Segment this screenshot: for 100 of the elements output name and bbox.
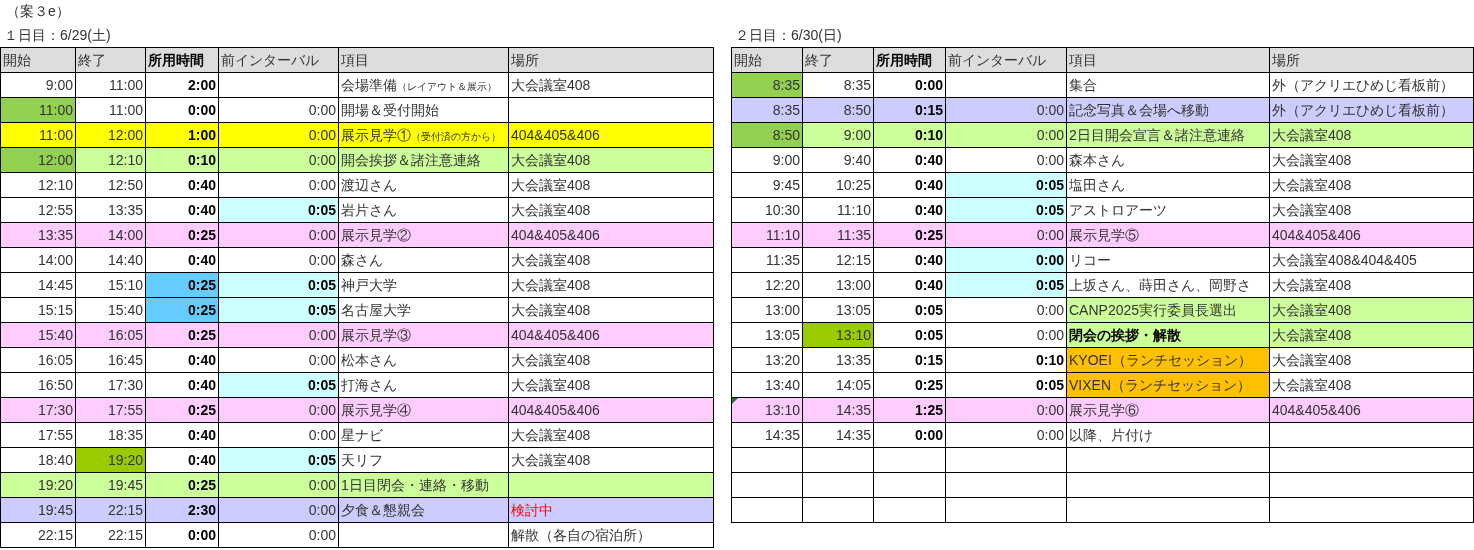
- table-cell: 0:00: [218, 422, 339, 448]
- table-cell: 18:40: [0, 447, 76, 473]
- table-cell: 塩田さん: [1066, 172, 1270, 198]
- table-cell: 0:00: [945, 147, 1067, 173]
- table-cell: 9:45: [731, 172, 803, 198]
- table-cell: 0:05: [945, 197, 1067, 223]
- table-cell: 8:35: [731, 72, 803, 98]
- table-cell: 記念写真＆会場へ移動: [1066, 97, 1270, 123]
- table-cell: 13:05: [731, 322, 803, 348]
- table-cell: 0:00: [218, 522, 339, 548]
- table-cell: 開場＆受付開始: [338, 97, 509, 123]
- day-title: ２日目：6/30(日): [734, 26, 842, 45]
- table-cell: 14:00: [0, 247, 76, 273]
- table-cell: 打海さん: [338, 372, 509, 398]
- table-cell: 星ナビ: [338, 422, 509, 448]
- table-cell: 17:30: [0, 397, 76, 423]
- table-cell: 0:00: [218, 147, 339, 173]
- table-cell: 大会議室408: [1269, 172, 1474, 198]
- table-cell: 8:35: [731, 97, 803, 123]
- table-cell: 22:15: [0, 522, 76, 548]
- table-cell: 13:20: [731, 347, 803, 373]
- column-header: 開始: [0, 47, 76, 73]
- table-cell: KYOEI（ランチセッション）: [1066, 347, 1270, 373]
- table-cell: 集合: [1066, 72, 1270, 98]
- table-cell: 404&405&406: [508, 222, 714, 248]
- table-cell: 14:45: [0, 272, 76, 298]
- table-cell: 0:00: [945, 222, 1067, 248]
- table-cell: 展示見学④: [338, 397, 509, 423]
- table-cell: 大会議室408: [508, 297, 714, 323]
- table-cell: 0:00: [945, 97, 1067, 123]
- table-cell: 8:50: [731, 122, 803, 148]
- table-cell: 13:40: [731, 372, 803, 398]
- table-cell: 0:05: [945, 372, 1067, 398]
- column-header: 項目: [338, 47, 509, 73]
- table-cell: 12:55: [0, 197, 76, 223]
- table-cell: 0:00: [945, 247, 1067, 273]
- table-cell: 外（アクリエひめじ看板前）: [1269, 97, 1474, 123]
- table-cell: 大会議室408: [1269, 372, 1474, 398]
- table-cell: 404&405&406: [508, 397, 714, 423]
- table-cell: 0:00: [945, 397, 1067, 423]
- table-cell: 0:00: [218, 172, 339, 198]
- table-cell: 0:00: [945, 122, 1067, 148]
- table-cell: 13:10: [731, 397, 803, 423]
- table-cell: 検討中: [508, 497, 714, 523]
- table-cell: 大会議室408: [508, 347, 714, 373]
- plan-label: （案３e）: [5, 2, 70, 21]
- table-cell: 12:20: [731, 272, 803, 298]
- table-cell: 404&405&406: [1269, 222, 1474, 248]
- table-cell: 14:35: [731, 422, 803, 448]
- table-cell: 岩片さん: [338, 197, 509, 223]
- table-cell: 9:00: [731, 147, 803, 173]
- table-cell: 大会議室408: [1269, 347, 1474, 373]
- table-cell: 外（アクリエひめじ看板前）: [1269, 72, 1474, 98]
- table-cell: VIXEN（ランチセッション）: [1066, 372, 1270, 398]
- table-cell: 天リフ: [338, 447, 509, 473]
- table-cell: 0:00: [218, 322, 339, 348]
- table-cell: 夕食＆懇親会: [338, 497, 509, 523]
- table-cell: 大会議室408: [1269, 297, 1474, 323]
- table-cell: 閉会の挨拶・解散: [1066, 322, 1270, 348]
- table-cell: 大会議室408: [1269, 147, 1474, 173]
- table-cell: 大会議室408: [508, 72, 714, 98]
- table-cell: 0:00: [945, 297, 1067, 323]
- table-cell: 11:00: [0, 97, 76, 123]
- column-header: 所用時間: [873, 47, 946, 73]
- table-cell: 0:05: [218, 197, 339, 223]
- table-cell: 展示見学③: [338, 322, 509, 348]
- table-cell: 0:00: [218, 472, 339, 498]
- table-cell: 名古屋大学: [338, 297, 509, 323]
- table-cell: 0:00: [218, 97, 339, 123]
- table-cell: 大会議室408: [1269, 322, 1474, 348]
- table-cell: CANP2025実行委員長選出: [1066, 297, 1270, 323]
- table-cell: 大会議室408: [508, 372, 714, 398]
- table-cell: 大会議室408: [508, 272, 714, 298]
- table-cell: 大会議室408&404&405: [1269, 247, 1474, 273]
- table-cell: リコー: [1066, 247, 1270, 273]
- table-cell: 15:40: [0, 322, 76, 348]
- day-title: １日目：6/29(土): [3, 26, 111, 45]
- table-cell: 会場準備（レイアウト＆展示）: [338, 72, 509, 98]
- table-cell: 0:00: [218, 222, 339, 248]
- table-cell: 13:35: [0, 222, 76, 248]
- table-cell: 大会議室408: [508, 197, 714, 223]
- table-cell: 11:10: [731, 222, 803, 248]
- table-cell: 神戸大学: [338, 272, 509, 298]
- table-cell: 0:05: [945, 172, 1067, 198]
- table-cell: 大会議室408: [1269, 197, 1474, 223]
- table-cell: 10:30: [731, 197, 803, 223]
- table-cell: 0:00: [218, 247, 339, 273]
- table-cell: 0:00: [945, 322, 1067, 348]
- table-cell: 大会議室408: [508, 247, 714, 273]
- table-cell: 0:00: [218, 347, 339, 373]
- column-header: 所用時間: [145, 47, 219, 73]
- table-cell: 2日目開会宣言＆諸注意連絡: [1066, 122, 1270, 148]
- table-cell: 上坂さん、蒔田さん、岡野さ: [1066, 272, 1270, 298]
- table-cell: 0:00: [218, 397, 339, 423]
- column-header: 前インターバル: [218, 47, 339, 73]
- table-cell: 1日目閉会・連絡・移動: [338, 472, 509, 498]
- table-cell: 0:05: [218, 272, 339, 298]
- table-cell: 大会議室408: [508, 172, 714, 198]
- table-cell: 17:55: [0, 422, 76, 448]
- column-header: 終了: [802, 47, 874, 73]
